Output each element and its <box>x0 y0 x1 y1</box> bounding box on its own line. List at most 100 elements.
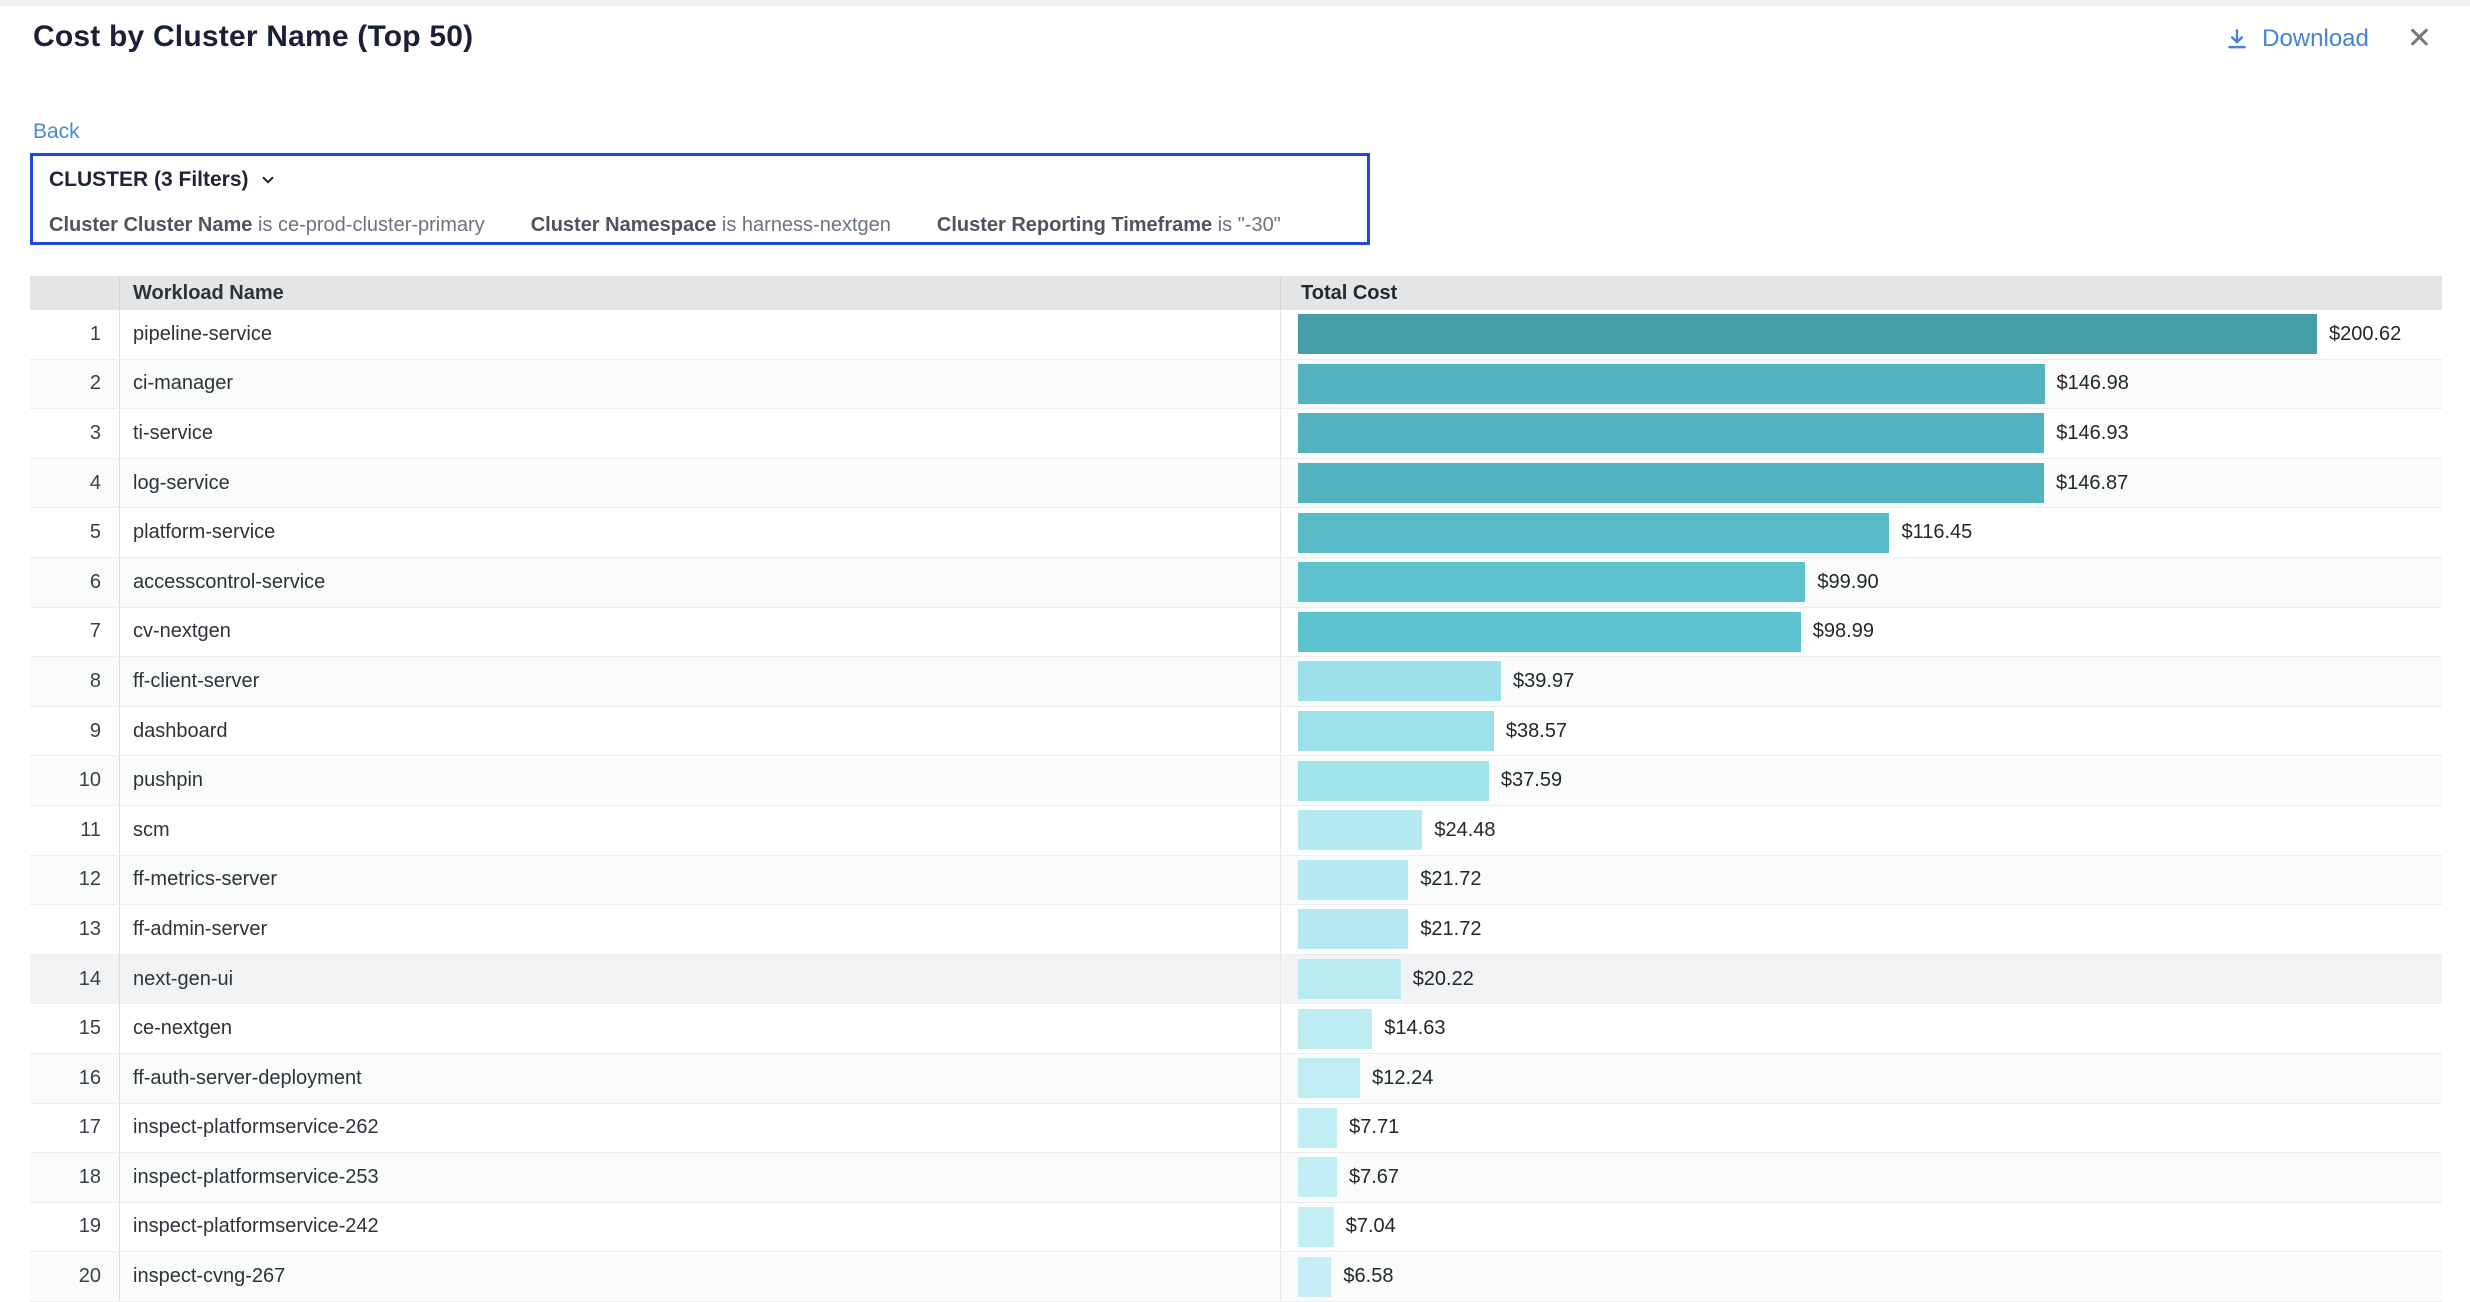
download-icon <box>2224 26 2250 52</box>
total-cost-cell: $146.87 <box>1280 459 2442 508</box>
workload-name-cell: ce-nextgen <box>120 1004 1280 1053</box>
table-row[interactable]: 11scm$24.48 <box>30 806 2442 856</box>
table-row[interactable]: 15ce-nextgen$14.63 <box>30 1004 2442 1054</box>
table-row[interactable]: 8ff-client-server$39.97 <box>30 657 2442 707</box>
cost-value-label: $39.97 <box>1513 670 1574 693</box>
filter-field: Cluster Namespace <box>531 214 717 236</box>
table-row[interactable]: 2ci-manager$146.98 <box>30 360 2442 410</box>
filter-condition: is harness-nextgen <box>722 214 891 236</box>
workload-name-cell: platform-service <box>120 508 1280 557</box>
total-cost-cell: $21.72 <box>1280 905 2442 954</box>
cost-bar <box>1298 314 2317 354</box>
row-rank: 12 <box>30 856 120 905</box>
filter-summary: Cluster Cluster Name is ce-prod-cluster-… <box>49 214 1367 237</box>
workload-name-cell: inspect-cvng-267 <box>120 1252 1280 1301</box>
row-rank: 20 <box>30 1252 120 1301</box>
dialog-top-edge <box>0 0 2470 6</box>
workload-name-cell: inspect-platformservice-262 <box>120 1104 1280 1153</box>
cost-value-label: $6.58 <box>1343 1265 1393 1288</box>
filter-group-toggle[interactable]: CLUSTER (3 Filters) <box>49 168 277 192</box>
workload-name-cell: ff-metrics-server <box>120 856 1280 905</box>
cost-value-label: $12.24 <box>1372 1067 1433 1090</box>
total-cost-cell: $146.98 <box>1280 360 2442 409</box>
filter-panel: CLUSTER (3 Filters) Cluster Cluster Name… <box>30 153 1370 245</box>
rank-column-header <box>30 276 120 310</box>
cost-value-label: $146.87 <box>2056 472 2128 495</box>
back-link[interactable]: Back <box>33 120 80 144</box>
close-icon[interactable]: ✕ <box>2407 24 2432 54</box>
table-row[interactable]: 18inspect-platformservice-253$7.67 <box>30 1153 2442 1203</box>
table-row[interactable]: 19inspect-platformservice-242 $7.04 <box>30 1203 2442 1253</box>
row-rank: 8 <box>30 657 120 706</box>
cost-bar <box>1298 364 2045 404</box>
cost-value-label: $99.90 <box>1817 571 1878 594</box>
row-rank: 19 <box>30 1203 120 1252</box>
cost-value-label: $14.63 <box>1384 1017 1445 1040</box>
cost-value-label: $7.67 <box>1349 1166 1399 1189</box>
workload-name-cell: scm <box>120 806 1280 855</box>
row-rank: 1 <box>30 310 120 359</box>
table-row[interactable]: 10pushpin$37.59 <box>30 756 2442 806</box>
cost-bar <box>1298 562 1805 602</box>
filter-chip[interactable]: Cluster Namespace is harness-nextgen <box>531 214 891 236</box>
row-rank: 14 <box>30 955 120 1004</box>
cost-value-label: $21.72 <box>1420 868 1481 891</box>
table-row[interactable]: 14next-gen-ui$20.22 <box>30 955 2442 1005</box>
workload-name-cell: log-service <box>120 459 1280 508</box>
cost-bar <box>1298 1108 1337 1148</box>
chevron-down-icon <box>259 171 277 189</box>
cost-value-label: $7.04 <box>1346 1215 1396 1238</box>
workload-name-cell: cv-nextgen <box>120 608 1280 657</box>
row-rank: 13 <box>30 905 120 954</box>
table-row[interactable]: 17inspect-platformservice-262$7.71 <box>30 1104 2442 1154</box>
total-cost-cell: $14.63 <box>1280 1004 2442 1053</box>
row-rank: 2 <box>30 360 120 409</box>
table-row[interactable]: 16ff-auth-server-deployment$12.24 <box>30 1054 2442 1104</box>
table-row[interactable]: 3ti-service$146.93 <box>30 409 2442 459</box>
workload-name-cell: ff-auth-server-deployment <box>120 1054 1280 1103</box>
total-cost-cell: $12.24 <box>1280 1054 2442 1103</box>
workload-name-cell: accesscontrol-service <box>120 558 1280 607</box>
workload-name-column-header[interactable]: Workload Name <box>120 276 1280 310</box>
cost-value-label: $116.45 <box>1901 521 1972 544</box>
total-cost-cell: $6.58 <box>1280 1252 2442 1301</box>
workload-name-cell: ti-service <box>120 409 1280 458</box>
table-row[interactable]: 1pipeline-service$200.62 <box>30 310 2442 360</box>
table-row[interactable]: 7cv-nextgen$98.99 <box>30 608 2442 658</box>
cost-table: Workload Name Total Cost 1pipeline-servi… <box>30 276 2442 1302</box>
table-row[interactable]: 5platform-service$116.45 <box>30 508 2442 558</box>
cost-value-label: $38.57 <box>1506 720 1567 743</box>
filter-group-label: CLUSTER (3 Filters) <box>49 168 249 192</box>
cost-bar <box>1298 959 1401 999</box>
table-row[interactable]: 13ff-admin-server$21.72 <box>30 905 2442 955</box>
filter-chip[interactable]: Cluster Reporting Timeframe is "-30" <box>937 214 1281 236</box>
table-row[interactable]: 4log-service$146.87 <box>30 459 2442 509</box>
cost-value-label: $200.62 <box>2329 323 2401 346</box>
row-rank: 9 <box>30 707 120 756</box>
page-title: Cost by Cluster Name (Top 50) <box>33 20 473 54</box>
total-cost-cell: $200.62 <box>1280 310 2442 359</box>
cost-bar <box>1298 661 1501 701</box>
table-row[interactable]: 9dashboard$38.57 <box>30 707 2442 757</box>
total-cost-cell: $116.45 <box>1280 508 2442 557</box>
total-cost-cell: $20.22 <box>1280 955 2442 1004</box>
workload-name-cell: inspect-platformservice-242 <box>120 1203 1280 1252</box>
cost-bar <box>1298 711 1494 751</box>
table-row[interactable]: 6accesscontrol-service$99.90 <box>30 558 2442 608</box>
download-button[interactable]: Download <box>2224 25 2369 53</box>
total-cost-cell: $7.67 <box>1280 1153 2442 1202</box>
table-row[interactable]: 12ff-metrics-server $21.72 <box>30 856 2442 906</box>
table-body: 1pipeline-service$200.622ci-manager$146.… <box>30 310 2442 1302</box>
workload-name-cell: next-gen-ui <box>120 955 1280 1004</box>
cost-value-label: $24.48 <box>1434 819 1495 842</box>
filter-chip[interactable]: Cluster Cluster Name is ce-prod-cluster-… <box>49 214 485 236</box>
row-rank: 10 <box>30 756 120 805</box>
total-cost-column-header[interactable]: Total Cost <box>1280 276 2442 310</box>
total-cost-cell: $24.48 <box>1280 806 2442 855</box>
cost-bar <box>1298 1009 1372 1049</box>
cost-bar <box>1298 513 1889 553</box>
cost-value-label: $7.71 <box>1349 1116 1399 1139</box>
cost-bar <box>1298 413 2044 453</box>
workload-name-cell: inspect-platformservice-253 <box>120 1153 1280 1202</box>
table-row[interactable]: 20inspect-cvng-267 $6.58 <box>30 1252 2442 1302</box>
